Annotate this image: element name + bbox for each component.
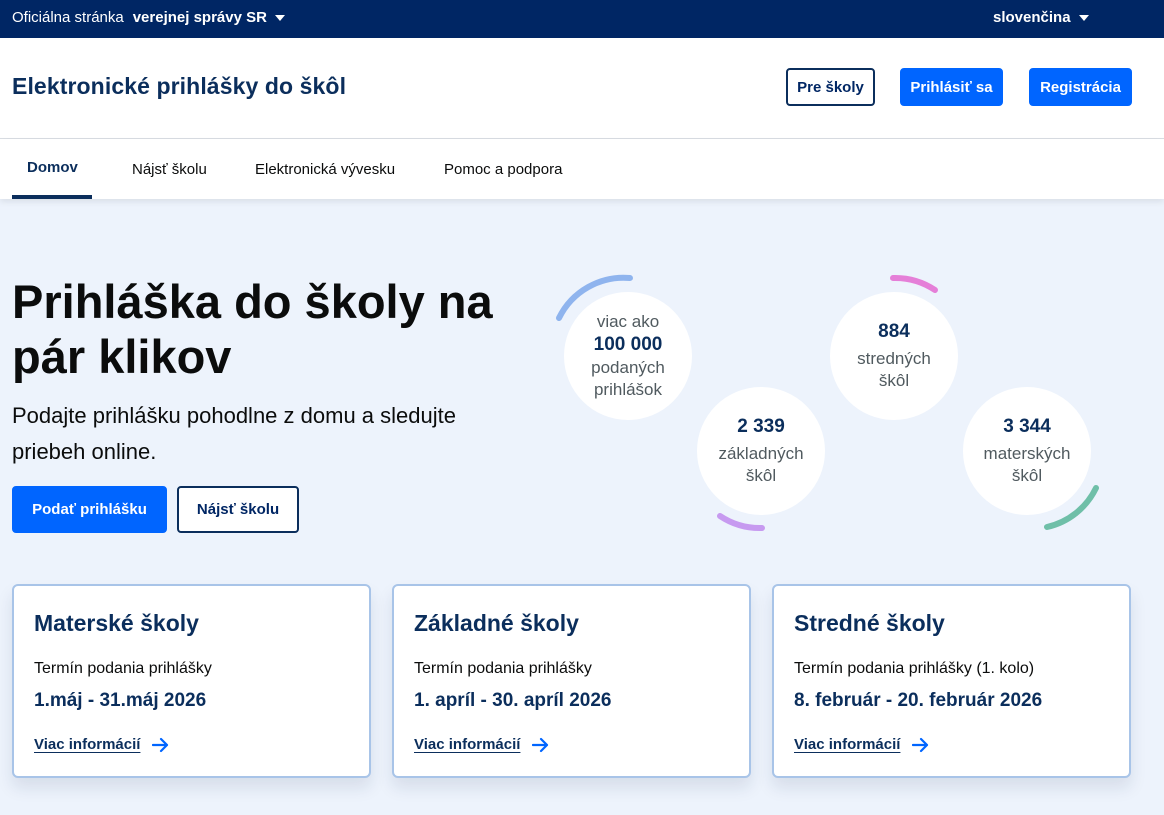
card-secondary-schools: Stredné školy Termín podania prihlášky (…: [772, 584, 1131, 778]
official-text-bold: verejnej správy SR: [132, 9, 267, 26]
for-schools-button[interactable]: Pre školy: [786, 68, 875, 106]
nav-item-noticeboard[interactable]: Elektronická vývesku: [255, 139, 395, 199]
hero-title: Prihláška do školy na pár klikov: [12, 275, 493, 383]
card-title: Základné školy: [414, 610, 579, 636]
stat-applications: viac ako 100 000 podaných prihlášok: [564, 292, 692, 420]
more-info-link[interactable]: Viac informácií: [794, 736, 930, 753]
card-primary-schools: Základné školy Termín podania prihlášky …: [392, 584, 751, 778]
more-info-label: Viac informácií: [34, 736, 141, 753]
stat-prefix: viac ako: [596, 312, 660, 331]
apply-button[interactable]: Podať prihlášku: [12, 486, 167, 533]
stat-label: stredných škôl: [857, 349, 931, 390]
more-info-label: Viac informácií: [794, 736, 901, 753]
arrow-right-icon: [912, 737, 929, 752]
nav-item-label: Nájsť školu: [132, 160, 207, 178]
arrow-right-icon: [152, 737, 169, 752]
card-dates: 1. apríl - 30. apríl 2026: [414, 690, 612, 711]
find-school-button[interactable]: Nájsť školu: [177, 486, 299, 533]
chevron-down-icon: [274, 15, 285, 21]
nav-item-find-school[interactable]: Nájsť školu: [132, 139, 207, 199]
chevron-down-icon: [1078, 15, 1089, 21]
stat-label: materských škôl: [983, 444, 1071, 485]
arc-pink: [890, 274, 938, 293]
stat-number: 2 339: [737, 416, 785, 437]
stat-label: základných škôl: [718, 444, 804, 485]
main-navigation: Domov Nájsť školu Elektronická vývesku P…: [0, 139, 1164, 199]
hero-subtitle: Podajte prihlášku pohodlne z domu a sled…: [12, 403, 456, 464]
nav-item-label: Domov: [27, 158, 78, 176]
official-site-toggle[interactable]: Oficiálna stránka verejnej správy SR: [12, 9, 285, 26]
card-title: Stredné školy: [794, 610, 945, 636]
card-dates: 8. február - 20. február 2026: [794, 690, 1043, 711]
official-text: Oficiálna stránka: [12, 9, 124, 26]
language-label: slovenčina: [993, 9, 1071, 26]
stat-number: 884: [878, 321, 910, 342]
card-title: Materské školy: [34, 610, 199, 636]
more-info-link[interactable]: Viac informácií: [34, 736, 170, 753]
stat-primary-schools: 2 339 základných škôl: [697, 387, 825, 515]
more-info-link[interactable]: Viac informácií: [414, 736, 550, 753]
language-selector[interactable]: slovenčina: [993, 9, 1089, 26]
site-title[interactable]: Elektronické prihlášky do škôl: [12, 73, 346, 100]
login-button[interactable]: Prihlásiť sa: [900, 68, 1003, 106]
card-term-label: Termín podania prihlášky: [414, 660, 592, 677]
arrow-right-icon: [532, 737, 549, 752]
nav-item-label: Pomoc a podpora: [444, 160, 563, 178]
card-term-label: Termín podania prihlášky (1. kolo): [794, 660, 1035, 677]
register-button[interactable]: Registrácia: [1029, 68, 1132, 106]
official-bar: Oficiálna stránka verejnej správy SR slo…: [0, 0, 1164, 38]
stat-kindergartens: 3 344 materských škôl: [963, 387, 1091, 515]
nav-item-help[interactable]: Pomoc a podpora: [444, 139, 562, 199]
stat-secondary-schools: 884 stredných škôl: [830, 292, 958, 420]
more-info-label: Viac informácií: [414, 736, 521, 753]
stat-label: podaných prihlášok: [591, 358, 665, 399]
nav-item-label: Elektronická vývesku: [255, 160, 396, 178]
card-kindergartens: Materské školy Termín podania prihlášky …: [12, 584, 371, 778]
card-term-label: Termín podania prihlášky: [34, 660, 212, 677]
site-header: Elektronické prihlášky do škôl Pre školy…: [0, 38, 1164, 139]
nav-item-home[interactable]: Domov: [12, 139, 92, 199]
card-dates: 1.máj - 31.máj 2026: [34, 690, 207, 711]
arc-purple: [717, 513, 765, 532]
stat-number: 3 344: [1003, 416, 1051, 437]
stat-number: 100 000: [593, 334, 663, 355]
